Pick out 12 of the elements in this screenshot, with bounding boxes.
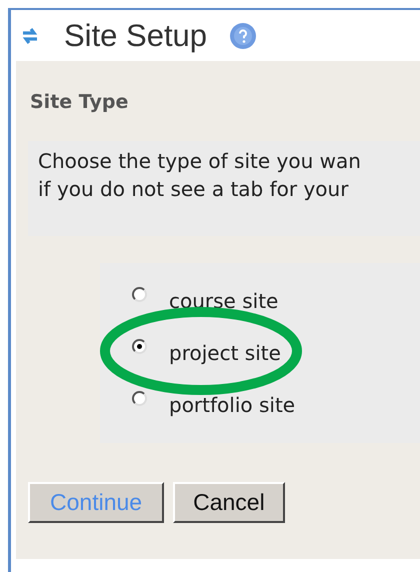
section-heading: Site Type [29, 91, 130, 115]
page-title: Site Setup [64, 18, 208, 54]
help-icon[interactable] [229, 22, 258, 50]
instruction-text: if you do not see a tab for your [38, 176, 348, 203]
radio-button[interactable] [132, 391, 147, 406]
option-label[interactable]: project site [169, 340, 281, 364]
radio-button[interactable] [132, 287, 147, 302]
instruction-text: Choose the type of site you wan [38, 148, 361, 175]
option-label[interactable]: portfolio site [169, 392, 296, 416]
action-button[interactable]: Cancel [173, 482, 285, 523]
radio-button[interactable] [132, 339, 147, 354]
option-label[interactable]: course site [169, 288, 278, 312]
